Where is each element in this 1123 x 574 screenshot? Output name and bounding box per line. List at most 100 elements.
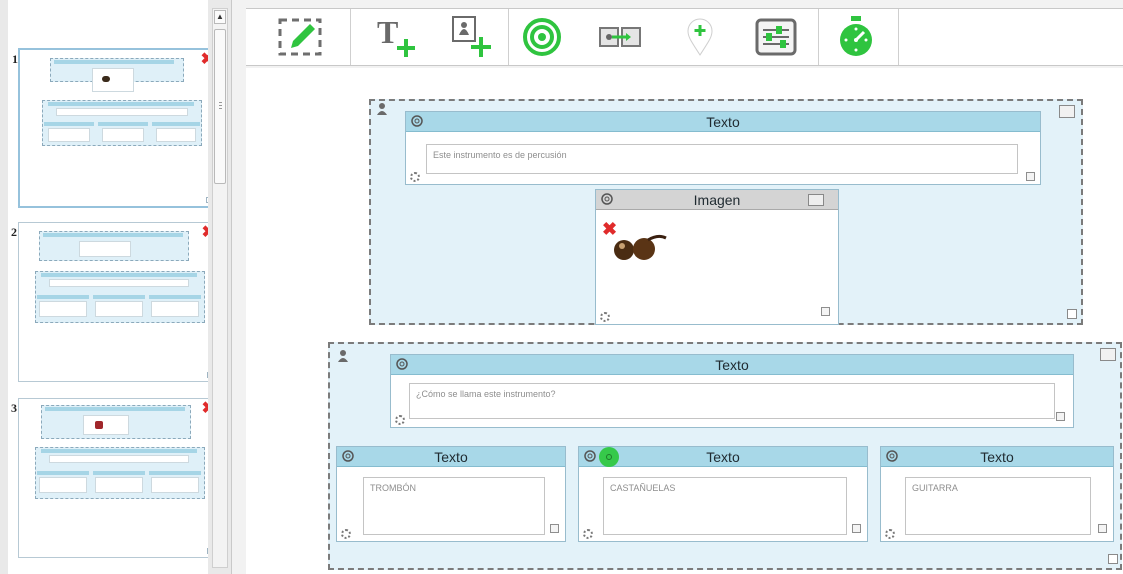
text-box-title: Texto	[706, 114, 740, 130]
settings-icon[interactable]	[410, 172, 420, 182]
link-icon[interactable]	[584, 450, 596, 462]
connect-icon	[599, 27, 641, 47]
edit-slide-icon	[278, 18, 322, 56]
mini-field	[156, 128, 196, 142]
settings-icon[interactable]	[885, 529, 895, 539]
sliders-icon	[755, 18, 797, 56]
resize-handle[interactable]	[1108, 554, 1118, 564]
mini-field	[48, 128, 90, 142]
add-frame-icon[interactable]	[1100, 348, 1116, 361]
content-group-2[interactable]: Texto ¿Cómo se llama este instrumento? T…	[328, 342, 1122, 570]
link-icon[interactable]	[396, 358, 408, 370]
svg-text:T: T	[377, 14, 398, 50]
mini-field	[49, 279, 189, 287]
text-box[interactable]: Texto Este instrumento es de percusión	[405, 111, 1041, 185]
sliders-button[interactable]	[744, 9, 808, 65]
answer-box-1[interactable]: Texto TROMBÓN	[336, 446, 566, 542]
mini-header	[43, 233, 183, 237]
slide-thumbnail-3[interactable]: 3 ✖	[11, 398, 208, 558]
answer-content-field[interactable]: GUITARRA	[905, 477, 1091, 535]
add-text-icon: T	[377, 14, 415, 57]
add-text-button[interactable]: T	[358, 9, 434, 65]
mini-field	[56, 108, 188, 116]
mini-header	[149, 295, 201, 299]
resize-icon[interactable]	[1026, 172, 1035, 181]
edit-slide-button[interactable]	[262, 9, 338, 65]
slide-thumbnail-1[interactable]: 1 ✖	[12, 48, 208, 208]
question-box[interactable]: Texto ¿Cómo se llama este instrumento?	[390, 354, 1074, 428]
user-icon	[377, 103, 387, 115]
text-box-header[interactable]: Texto	[406, 112, 1040, 132]
mini-header	[44, 122, 94, 126]
link-icon[interactable]	[411, 115, 423, 127]
answer-box-header[interactable]: Texto	[881, 447, 1113, 467]
mini-field	[49, 455, 189, 463]
question-box-title: Texto	[715, 357, 749, 373]
slides-panel: 1 ✖ 2 ✖	[0, 0, 232, 574]
mini-field	[102, 128, 144, 142]
add-image-icon	[452, 16, 491, 57]
mini-header	[93, 471, 145, 475]
resize-handle[interactable]	[1067, 309, 1077, 319]
mini-image	[92, 68, 134, 92]
timer-button[interactable]	[824, 9, 888, 65]
image-frame-icon[interactable]	[808, 194, 824, 206]
target-button[interactable]	[514, 9, 570, 65]
resize-icon[interactable]	[821, 307, 830, 316]
answer-box-title: Texto	[434, 449, 468, 465]
scroll-up-icon[interactable]: ▲	[214, 10, 226, 24]
content-group-1[interactable]: Texto Este instrumento es de percusión I…	[369, 99, 1083, 325]
mini-header	[41, 449, 197, 453]
link-icon[interactable]	[342, 450, 354, 462]
settings-icon[interactable]	[600, 312, 610, 322]
answer-box-3[interactable]: Texto GUITARRA	[880, 446, 1114, 542]
castanets-image	[614, 234, 667, 260]
mini-header	[93, 295, 145, 299]
resize-icon[interactable]	[852, 524, 861, 533]
answer-content-field[interactable]: CASTAÑUELAS	[603, 477, 847, 535]
scroll-thumb[interactable]	[214, 29, 226, 184]
slide-thumbnail-2[interactable]: 2 ✖	[11, 222, 208, 382]
answer-box-header[interactable]: Texto	[337, 447, 565, 467]
mini-header	[54, 60, 174, 64]
question-content-field[interactable]: ¿Cómo se llama este instrumento?	[409, 383, 1055, 419]
slides-scrollbar[interactable]: ▲	[212, 8, 228, 568]
resize-icon[interactable]	[1098, 524, 1107, 533]
add-frame-icon[interactable]	[1059, 105, 1075, 118]
text-content-field[interactable]: Este instrumento es de percusión	[426, 144, 1018, 174]
mini-header	[149, 471, 201, 475]
mini-field	[95, 301, 143, 317]
settings-icon[interactable]	[341, 529, 351, 539]
mini-castanets-icon	[102, 76, 110, 82]
mini-field	[151, 477, 199, 493]
mini-header	[45, 407, 185, 411]
slide-canvas: Texto Este instrumento es de percusión I…	[246, 68, 1123, 574]
delete-slide-icon[interactable]: ✖	[201, 52, 208, 68]
resize-icon[interactable]	[1056, 412, 1065, 421]
answer-box-header[interactable]: Texto	[579, 447, 867, 467]
map-pin-button[interactable]	[670, 9, 730, 65]
correct-answer-icon[interactable]	[599, 447, 619, 467]
slide-resize-icon	[207, 372, 208, 378]
link-icon[interactable]	[601, 193, 613, 205]
link-icon[interactable]	[886, 450, 898, 462]
delete-slide-icon[interactable]: ✖	[202, 401, 208, 417]
mini-field	[39, 301, 87, 317]
mini-field	[39, 477, 87, 493]
image-box[interactable]: Imagen ✖	[595, 189, 839, 325]
delete-slide-icon[interactable]: ✖	[202, 225, 208, 241]
add-image-button[interactable]	[436, 9, 506, 65]
connect-button[interactable]	[590, 9, 650, 65]
mini-field	[79, 241, 131, 257]
answer-content-field[interactable]: TROMBÓN	[363, 477, 545, 535]
question-box-header[interactable]: Texto	[391, 355, 1073, 375]
slides-list: 1 ✖ 2 ✖	[8, 0, 208, 574]
toolbar: T	[246, 8, 1123, 66]
answer-box-2[interactable]: Texto CASTAÑUELAS	[578, 446, 868, 542]
settings-icon[interactable]	[395, 415, 405, 425]
slide-number: 2	[11, 225, 17, 239]
settings-icon[interactable]	[583, 529, 593, 539]
image-box-header[interactable]: Imagen	[596, 190, 838, 210]
resize-icon[interactable]	[550, 524, 559, 533]
answer-box-title: Texto	[706, 449, 740, 465]
